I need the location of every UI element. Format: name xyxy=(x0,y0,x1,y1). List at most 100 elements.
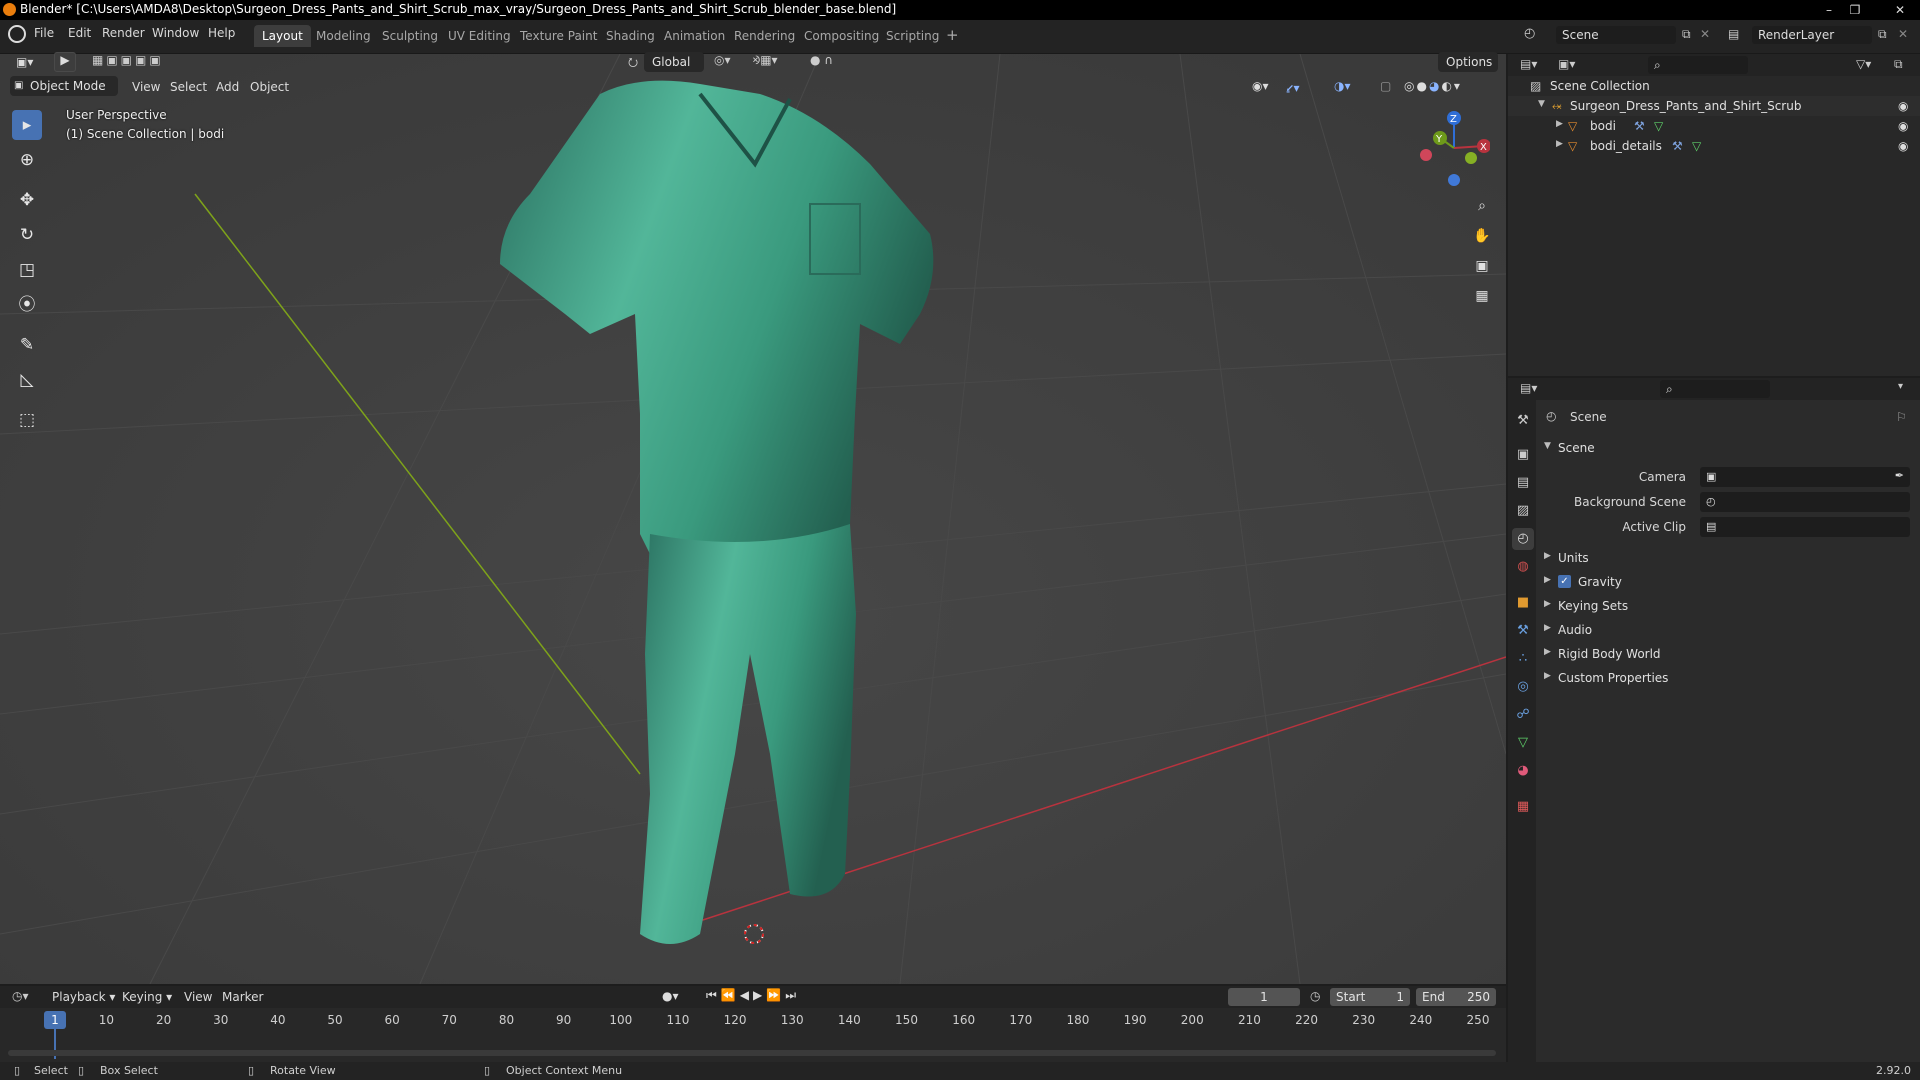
properties-options-icon[interactable]: ▾ xyxy=(1898,381,1903,392)
active-clip-field[interactable]: ▤ xyxy=(1700,517,1910,537)
scene-tab-icon[interactable]: ◴ xyxy=(1512,528,1534,550)
annotate-tool[interactable]: ✎ xyxy=(12,330,42,360)
properties-editor-icon[interactable]: ▤▾ xyxy=(1520,381,1537,395)
tab-layout[interactable]: Layout xyxy=(254,25,311,47)
minimize-icon[interactable]: – xyxy=(1816,0,1842,20)
menu-render[interactable]: Render xyxy=(102,26,145,40)
current-frame-field[interactable]: 1 xyxy=(1228,988,1300,1006)
tab-texture-paint[interactable]: Texture Paint xyxy=(512,25,605,47)
output-tab-icon[interactable]: ▤ xyxy=(1512,472,1534,494)
visibility-icon[interactable]: ◉▾ xyxy=(1252,79,1269,93)
camera-view-icon[interactable]: ▣ xyxy=(1468,252,1496,280)
timeline-menu-view[interactable]: View xyxy=(184,990,212,1004)
select-box-tool[interactable]: ▸ xyxy=(12,110,42,140)
outliner-collection-row[interactable]: ▼ ⬾ Surgeon_Dress_Pants_and_Shirt_Scrub … xyxy=(1508,96,1920,116)
tab-sculpting[interactable]: Sculpting xyxy=(374,25,446,47)
menu-window[interactable]: Window xyxy=(152,26,199,40)
expand-arrow-icon[interactable]: ▶ xyxy=(1556,119,1563,129)
timeline-scrollbar[interactable] xyxy=(8,1050,1496,1056)
proportional-editing-icon[interactable]: ● ∩ xyxy=(810,53,833,67)
gizmo-toggle-icon[interactable]: ⭹▾ xyxy=(1286,79,1300,100)
move-tool[interactable]: ✥ xyxy=(12,185,42,215)
shading-mode-icons[interactable]: ◎●◕◐▾ xyxy=(1404,79,1462,93)
timeline-menu-marker[interactable]: Marker xyxy=(222,990,263,1004)
expand-arrow-icon[interactable]: ▶ xyxy=(1556,139,1563,149)
playback-controls[interactable]: ⏮⏪◀▶⏩⏭ xyxy=(706,988,800,1003)
measure-tool[interactable]: ◺ xyxy=(12,365,42,395)
outliner-object-bodi[interactable]: ▶ ▽ bodi ⚒ ▽ ◉ xyxy=(1508,116,1920,136)
play-reverse-icon[interactable]: ◀ xyxy=(740,988,753,1002)
texture-tab-icon[interactable]: ▦ xyxy=(1512,796,1534,818)
tab-animation[interactable]: Animation xyxy=(656,25,733,47)
selection-mode-icons[interactable]: ▦▣▣▣▣ xyxy=(92,53,164,67)
viewport-menu-object[interactable]: Object xyxy=(250,80,289,94)
world-tab-icon[interactable]: ◍ xyxy=(1512,556,1534,578)
physics-tab-icon[interactable]: ◎ xyxy=(1512,676,1534,698)
jump-end-icon[interactable]: ⏭ xyxy=(785,988,800,1002)
viewport-menu-select[interactable]: Select xyxy=(170,80,207,94)
particles-tab-icon[interactable]: ∴ xyxy=(1512,648,1534,670)
eye-icon[interactable]: ◉ xyxy=(1898,99,1908,113)
tab-modeling[interactable]: Modeling xyxy=(308,25,379,47)
select-tool-icon[interactable]: ▶ xyxy=(54,52,76,72)
viewport-menu-add[interactable]: Add xyxy=(216,80,239,94)
editor-type-icon[interactable]: ▣▾ xyxy=(16,55,42,73)
timeline-editor-icon[interactable]: ◷▾ xyxy=(12,989,29,1003)
zoom-icon[interactable]: ⌕ xyxy=(1468,192,1496,220)
gravity-checkbox[interactable]: ✓ xyxy=(1558,575,1571,588)
data-tab-icon[interactable]: ▽ xyxy=(1512,732,1534,754)
transform-tool[interactable]: ⦿ xyxy=(12,290,42,320)
gravity-panel[interactable]: ▶ ✓ Gravity xyxy=(1540,571,1914,593)
play-icon[interactable]: ▶ xyxy=(753,988,766,1002)
eye-icon[interactable]: ◉ xyxy=(1898,119,1908,133)
viewport-menu-view[interactable]: View xyxy=(132,80,160,94)
scene-icon[interactable]: ◴ xyxy=(1524,26,1542,44)
tab-rendering[interactable]: Rendering xyxy=(726,25,803,47)
blender-menu-icon[interactable] xyxy=(8,25,26,43)
transform-orientation-dropdown[interactable]: Global xyxy=(644,52,704,72)
new-view-layer-icon[interactable]: ⧉ xyxy=(1878,27,1887,42)
timeline-menu-playback[interactable]: Playback ▾ xyxy=(52,990,115,1004)
cursor-tool[interactable]: ⊕ xyxy=(12,145,42,175)
tool-tab-icon[interactable]: ⚒ xyxy=(1512,410,1534,432)
start-frame-field[interactable]: Start 1 xyxy=(1330,988,1410,1006)
render-tab-icon[interactable]: ▣ xyxy=(1512,444,1534,466)
jump-keyframe-forward-icon[interactable]: ⏩ xyxy=(766,988,785,1002)
tab-shading[interactable]: Shading xyxy=(598,25,663,47)
view-layer-tab-icon[interactable]: ▨ xyxy=(1512,500,1534,522)
pan-hand-icon[interactable]: ✋ xyxy=(1468,222,1496,250)
end-frame-field[interactable]: End 250 xyxy=(1416,988,1496,1006)
remove-scene-icon[interactable]: ✕ xyxy=(1700,27,1710,41)
camera-field[interactable]: ▣ ✒ xyxy=(1700,467,1910,487)
rigid-body-world-panel[interactable]: ▶ Rigid Body World xyxy=(1540,643,1914,665)
preview-range-icon[interactable]: ◷ xyxy=(1310,989,1320,1003)
outliner-editor-icon[interactable]: ▤▾ xyxy=(1520,57,1537,71)
display-mode-icon[interactable]: ▣▾ xyxy=(1558,57,1575,71)
new-collection-icon[interactable]: ⧉ xyxy=(1894,57,1903,72)
view-layer-icon[interactable]: ▤ xyxy=(1728,27,1739,41)
menu-help[interactable]: Help xyxy=(208,26,235,40)
3d-viewport[interactable] xyxy=(0,54,1506,984)
tab-compositing[interactable]: Compositing xyxy=(796,25,887,47)
scene-section-header[interactable]: ▼ Scene xyxy=(1540,437,1914,459)
audio-panel[interactable]: ▶ Audio xyxy=(1540,619,1914,641)
ortho-toggle-icon[interactable]: ▦ xyxy=(1468,282,1496,310)
close-icon[interactable]: ✕ xyxy=(1880,0,1920,20)
tab-uv-editing[interactable]: UV Editing xyxy=(440,25,519,47)
filter-icon[interactable]: ▽▾ xyxy=(1856,57,1871,71)
menu-edit[interactable]: Edit xyxy=(68,26,91,40)
add-workspace-icon[interactable]: + xyxy=(946,26,959,44)
properties-search-input[interactable]: ⌕ xyxy=(1660,380,1770,398)
custom-properties-panel[interactable]: ▶ Custom Properties xyxy=(1540,667,1914,689)
rotate-tool[interactable]: ↻ xyxy=(12,220,42,250)
scale-tool[interactable]: ◳ xyxy=(12,255,42,285)
add-cube-tool[interactable]: ⬚ xyxy=(12,405,42,435)
navigation-gizmo[interactable]: Z X Y xyxy=(1410,108,1490,190)
timeline-menu-keying[interactable]: Keying ▾ xyxy=(122,990,172,1004)
modifier-tab-icon[interactable]: ⚒ xyxy=(1512,620,1534,642)
keying-sets-panel[interactable]: ▶ Keying Sets xyxy=(1540,595,1914,617)
record-keyframe-icon[interactable]: ●▾ xyxy=(662,989,679,1003)
outliner-scene-collection[interactable]: ▨ Scene Collection xyxy=(1508,76,1920,96)
snap-icon[interactable]: ⨵▦▾ xyxy=(752,53,778,68)
object-mode-dropdown[interactable]: Object Mode xyxy=(10,76,118,96)
